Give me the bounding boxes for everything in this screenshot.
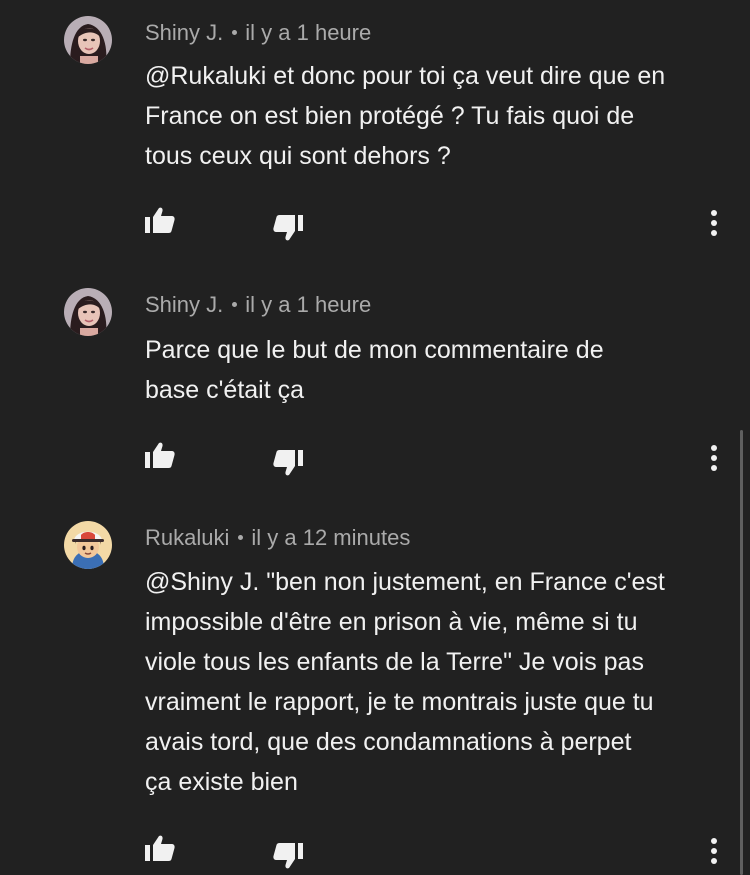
avatar[interactable] bbox=[64, 288, 112, 336]
comment-text: @Rukaluki et donc pour toi ça veut dire … bbox=[145, 56, 725, 176]
comment-text-line: vraiment le rapport, je te montrais just… bbox=[145, 688, 654, 716]
thumbs-up-icon bbox=[145, 835, 175, 861]
separator-dot bbox=[232, 29, 238, 35]
comment-meta: Rukaluki il y a 12 minutes bbox=[145, 523, 410, 553]
comment-text-line: @Rukaluki et donc pour toi ça veut dire … bbox=[145, 62, 666, 90]
comment-text: Parce que le but de mon commentaire de b… bbox=[145, 330, 725, 410]
user-avatar-cartoon-cap bbox=[64, 521, 112, 569]
thumbs-down-icon bbox=[273, 843, 303, 869]
more-options-button[interactable] bbox=[708, 837, 720, 865]
comment-meta: Shiny J. il y a 1 heure bbox=[145, 18, 371, 48]
like-button[interactable] bbox=[145, 442, 175, 468]
thumbs-down-icon bbox=[273, 215, 303, 241]
comment-text-line: avais tord, que des condamnations à perp… bbox=[145, 728, 632, 756]
dislike-button[interactable] bbox=[273, 450, 303, 476]
comment-time[interactable]: il y a 1 heure bbox=[245, 292, 371, 317]
like-button[interactable] bbox=[145, 207, 175, 233]
more-vert-icon bbox=[711, 210, 717, 236]
user-avatar-woman bbox=[64, 288, 112, 336]
more-options-button[interactable] bbox=[708, 209, 720, 237]
dislike-button[interactable] bbox=[273, 215, 303, 241]
comment-text-line: Parce que le but de mon commentaire de bbox=[145, 336, 604, 364]
scrollbar[interactable] bbox=[740, 430, 743, 875]
comment-author[interactable]: Shiny J. bbox=[145, 20, 223, 45]
comment-time[interactable]: il y a 12 minutes bbox=[251, 525, 410, 550]
thumbs-down-icon bbox=[273, 450, 303, 476]
avatar[interactable] bbox=[64, 521, 112, 569]
comment-text-line: viole tous les enfants de la Terre" Je v… bbox=[145, 648, 644, 676]
comment-author[interactable]: Rukaluki bbox=[145, 525, 229, 550]
separator-dot bbox=[238, 534, 244, 540]
user-avatar-woman bbox=[64, 16, 112, 64]
avatar[interactable] bbox=[64, 16, 112, 64]
comment-text-line: tous ceux qui sont dehors ? bbox=[145, 142, 451, 170]
more-vert-icon bbox=[711, 838, 717, 864]
separator-dot bbox=[232, 301, 238, 307]
more-vert-icon bbox=[711, 445, 717, 471]
thumbs-up-icon bbox=[145, 442, 175, 468]
comment-text-line: ça existe bien bbox=[145, 768, 298, 796]
comment-meta: Shiny J. il y a 1 heure bbox=[145, 290, 371, 320]
comment-text-line: @Shiny J. "ben non justement, en France … bbox=[145, 568, 665, 596]
comment-author[interactable]: Shiny J. bbox=[145, 292, 223, 317]
comment-text-line: base c'était ça bbox=[145, 376, 305, 404]
more-options-button[interactable] bbox=[708, 444, 720, 472]
comment-text-line: France on est bien protégé ? Tu fais quo… bbox=[145, 102, 635, 130]
thumbs-up-icon bbox=[145, 207, 175, 233]
dislike-button[interactable] bbox=[273, 843, 303, 869]
like-button[interactable] bbox=[145, 835, 175, 861]
comment-time[interactable]: il y a 1 heure bbox=[245, 20, 371, 45]
comment-text-line: impossible d'être en prison à vie, même … bbox=[145, 608, 638, 636]
comment-text: @Shiny J. "ben non justement, en France … bbox=[145, 562, 725, 802]
